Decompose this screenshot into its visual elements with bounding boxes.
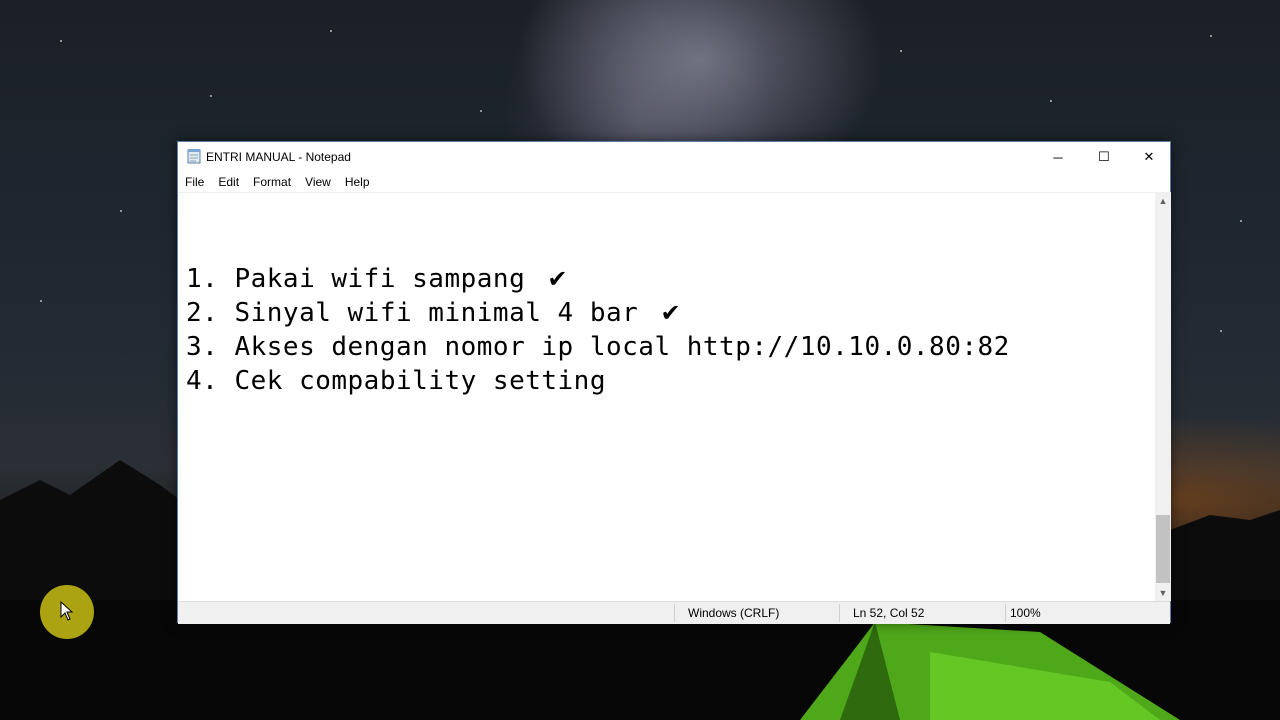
menu-help[interactable]: Help <box>338 172 377 192</box>
minimize-button[interactable]: ─ <box>1035 142 1081 172</box>
status-divider <box>674 604 675 622</box>
checkmark-icon: ✔ <box>660 299 682 327</box>
menu-edit[interactable]: Edit <box>211 172 246 192</box>
text-line-1: 1. Pakai wifi sampang ✔ <box>186 264 568 294</box>
scroll-thumb[interactable] <box>1156 515 1170 583</box>
scroll-up-icon[interactable]: ▲ <box>1155 192 1171 209</box>
notepad-icon <box>187 149 201 164</box>
document-text: 1. Pakai wifi sampang ✔ 2. Sinyal wifi m… <box>186 262 1010 398</box>
text-editor-area[interactable]: 1. Pakai wifi sampang ✔ 2. Sinyal wifi m… <box>178 192 1155 602</box>
text-line-2: 2. Sinyal wifi minimal 4 bar ✔ <box>186 298 682 328</box>
menu-format[interactable]: Format <box>246 172 298 192</box>
scroll-down-icon[interactable]: ▼ <box>1155 584 1171 601</box>
line-ending-status: Windows (CRLF) <box>688 606 780 620</box>
zoom-level-status: 100% <box>1010 606 1041 620</box>
mouse-pointer-icon <box>60 601 74 621</box>
notepad-window: ENTRI MANUAL - Notepad ─ ☐ ✕ File Edit F… <box>177 141 1171 624</box>
maximize-button[interactable]: ☐ <box>1081 142 1127 172</box>
close-icon: ✕ <box>1143 149 1155 164</box>
status-divider <box>1005 604 1006 622</box>
checkmark-icon: ✔ <box>547 265 568 293</box>
close-button[interactable]: ✕ <box>1126 142 1172 172</box>
vertical-scrollbar[interactable]: ▲ ▼ <box>1155 192 1171 601</box>
tent-image <box>800 622 1180 720</box>
maximize-icon: ☐ <box>1098 149 1110 164</box>
window-title: ENTRI MANUAL - Notepad <box>206 150 351 164</box>
text-line-3: 3. Akses dengan nomor ip local http://10… <box>186 332 1010 362</box>
cursor-position-status: Ln 52, Col 52 <box>853 606 925 620</box>
status-divider <box>839 604 840 622</box>
text-line-4: 4. Cek compability setting <box>186 366 606 396</box>
status-bar: Windows (CRLF) Ln 52, Col 52 100% <box>178 601 1170 624</box>
menu-view[interactable]: View <box>298 172 338 192</box>
menu-bar: File Edit Format View Help <box>178 172 1170 192</box>
menu-file[interactable]: File <box>178 172 211 192</box>
title-bar[interactable]: ENTRI MANUAL - Notepad ─ ☐ ✕ <box>178 142 1170 172</box>
minimize-icon: ─ <box>1053 149 1063 165</box>
